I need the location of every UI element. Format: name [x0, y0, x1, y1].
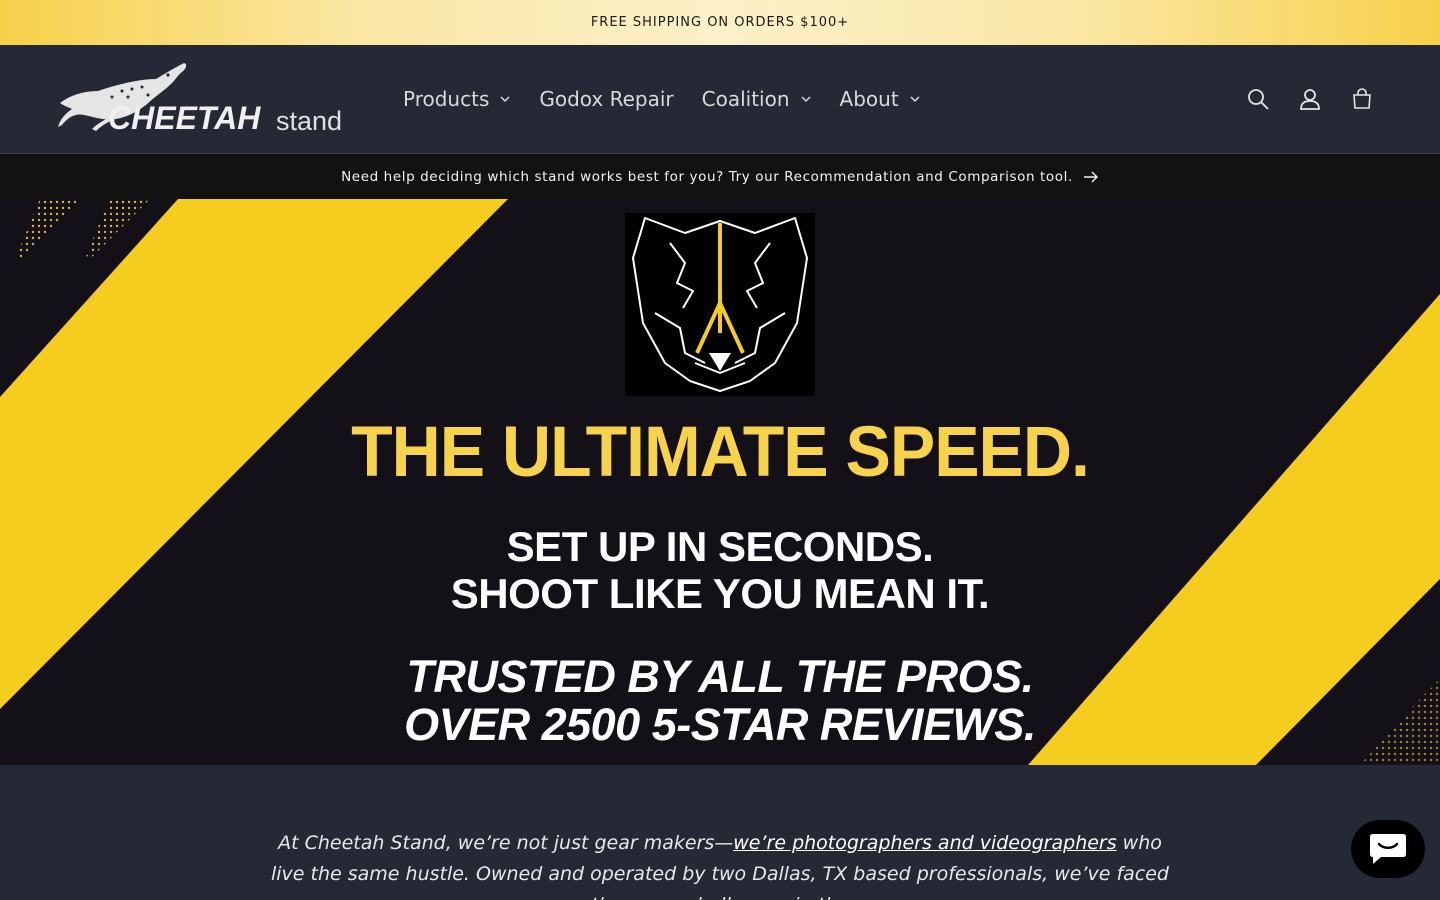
- nav-label: About: [839, 87, 899, 111]
- cheetah-emblem-icon: [625, 213, 815, 396]
- announcement-bar: FREE SHIPPING ON ORDERS $100+: [0, 0, 1440, 45]
- logo-text-sub: stand: [276, 106, 342, 136]
- account-icon[interactable]: [1298, 87, 1322, 111]
- hero-line-setup: SET UP IN SECONDS.: [506, 523, 934, 570]
- hero-banner[interactable]: THE ULTIMATE SPEED. SET UP IN SECONDS. S…: [0, 199, 1440, 765]
- intro-paragraph: At Cheetah Stand, we’re not just gear ma…: [268, 828, 1172, 900]
- cart-icon[interactable]: [1350, 87, 1374, 111]
- helper-text: Need help deciding which stand works bes…: [341, 168, 1073, 185]
- nav-label: Godox Repair: [539, 87, 674, 111]
- site-header: CHEETAH stand Products Godox Repair Coal…: [0, 45, 1440, 154]
- hero-line-reviews: OVER 2500 5-STAR REVIEWS.: [404, 699, 1036, 750]
- chevron-down-icon: [910, 96, 920, 103]
- nav-item-godox-repair[interactable]: Godox Repair: [539, 87, 673, 111]
- cheetah-stand-logo[interactable]: CHEETAH stand: [58, 61, 348, 137]
- recommendation-tool-link[interactable]: Need help deciding which stand works bes…: [0, 154, 1440, 199]
- hero-headline: THE ULTIMATE SPEED.: [351, 412, 1090, 492]
- chevron-down-icon: [500, 96, 510, 103]
- cheetah-logo-icon: CHEETAH stand: [58, 63, 342, 136]
- hero-line-shoot: SHOOT LIKE YOU MEAN IT.: [450, 570, 990, 617]
- nav-item-about[interactable]: About: [840, 87, 921, 111]
- nav-item-coalition[interactable]: Coalition: [702, 87, 812, 111]
- hero-line-trusted: TRUSTED BY ALL THE PROS.: [406, 651, 1034, 702]
- intro-prefix: At Cheetah Stand, we’re not just gear ma…: [278, 832, 734, 854]
- nav-item-products[interactable]: Products: [403, 87, 511, 111]
- announcement-text: FREE SHIPPING ON ORDERS $100+: [590, 15, 850, 30]
- logo-text-main: CHEETAH: [108, 100, 261, 136]
- chat-button[interactable]: [1351, 820, 1425, 878]
- main-nav: Products Godox Repair Coalition About: [403, 45, 949, 153]
- chat-bubble-icon: [1370, 834, 1406, 864]
- chevron-down-icon: [801, 96, 811, 103]
- header-actions: [1246, 45, 1374, 153]
- arrow-right-icon: [1083, 171, 1098, 182]
- search-icon[interactable]: [1246, 87, 1270, 111]
- nav-label: Coalition: [701, 87, 790, 111]
- intro-link[interactable]: we’re photographers and videographers: [733, 832, 1116, 854]
- nav-label: Products: [403, 87, 490, 111]
